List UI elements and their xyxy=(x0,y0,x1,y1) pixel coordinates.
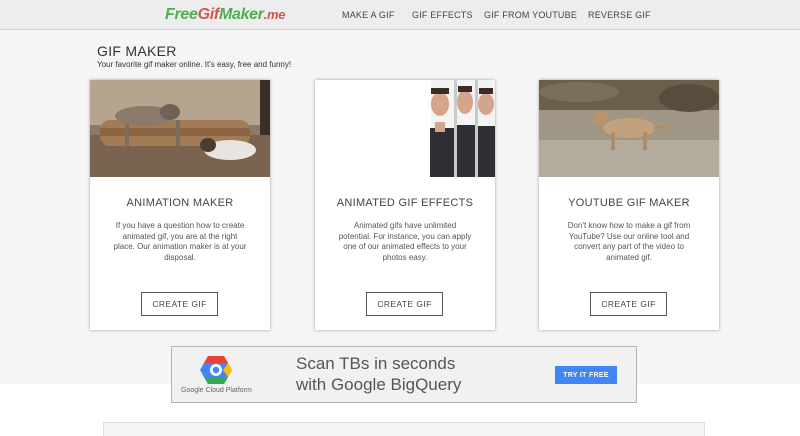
card-description: Animated gifs have unlimited potential. … xyxy=(338,221,472,262)
try-it-free-button[interactable]: TRY IT FREE xyxy=(555,366,617,384)
google-cloud-hexagon-icon xyxy=(199,355,233,385)
card-animation-maker: ANIMATION MAKER If you have a question h… xyxy=(90,80,270,330)
nav-label: GIF EFFECTS xyxy=(412,10,473,20)
page-subtitle: Your favorite gif maker online. It's eas… xyxy=(97,60,292,69)
create-gif-button[interactable]: CREATE GIF xyxy=(590,292,667,316)
create-gif-button[interactable]: CREATE GIF xyxy=(366,292,443,316)
card-title: ANIMATED GIF EFFECTS xyxy=(336,197,474,209)
card-image-lioness xyxy=(539,80,719,177)
card-animated-gif-effects: ANIMATED GIF EFFECTS Animated gifs have … xyxy=(315,80,495,330)
ad-brand-name: Google Cloud Platform xyxy=(181,387,252,394)
create-gif-button[interactable]: CREATE GIF xyxy=(141,292,218,316)
site-logo[interactable]: FreeGifMaker.me xyxy=(165,6,286,24)
logo-part-free: Free xyxy=(165,6,198,23)
page-title: GIF MAKER xyxy=(97,43,177,59)
ad-headline-line2: with Google BigQuery xyxy=(296,375,462,394)
nav-gif-from-youtube[interactable]: GIF FROM YOUTUBE xyxy=(484,0,577,30)
ad-headline: Scan TBs in seconds with Google BigQuery xyxy=(296,353,461,395)
card-youtube-gif-maker: YOUTUBE GIF MAKER Don't know how to make… xyxy=(539,80,719,330)
card-title: ANIMATION MAKER xyxy=(126,197,234,209)
logo-part-maker: Maker xyxy=(218,6,264,23)
ad-banner[interactable]: Google Cloud Platform Scan TBs in second… xyxy=(171,346,637,403)
card-image-faces xyxy=(315,80,495,177)
nav-label: GIF FROM YOUTUBE xyxy=(484,10,578,20)
nav-label: MAKE A GIF xyxy=(342,10,395,20)
logo-part-domain: .me xyxy=(263,7,286,22)
card-title: YOUTUBE GIF MAKER xyxy=(568,197,690,209)
card-description: If you have a question how to create ani… xyxy=(113,221,247,262)
top-navigation-bar: FreeGifMaker.me MAKE A GIF GIF EFFECTS G… xyxy=(0,0,800,30)
nav-gif-effects[interactable]: GIF EFFECTS xyxy=(412,0,473,30)
card-description: Don't know how to make a gif from YouTub… xyxy=(567,221,691,262)
logo-part-gif: Gif xyxy=(197,6,220,23)
ad-headline-line1: Scan TBs in seconds xyxy=(296,354,456,373)
nav-make-a-gif[interactable]: MAKE A GIF xyxy=(342,0,395,30)
card-image-cats xyxy=(90,80,270,177)
lower-content-box xyxy=(103,422,705,436)
nav-reverse-gif[interactable]: REVERSE GIF xyxy=(588,0,651,30)
nav-label: REVERSE GIF xyxy=(588,10,651,20)
